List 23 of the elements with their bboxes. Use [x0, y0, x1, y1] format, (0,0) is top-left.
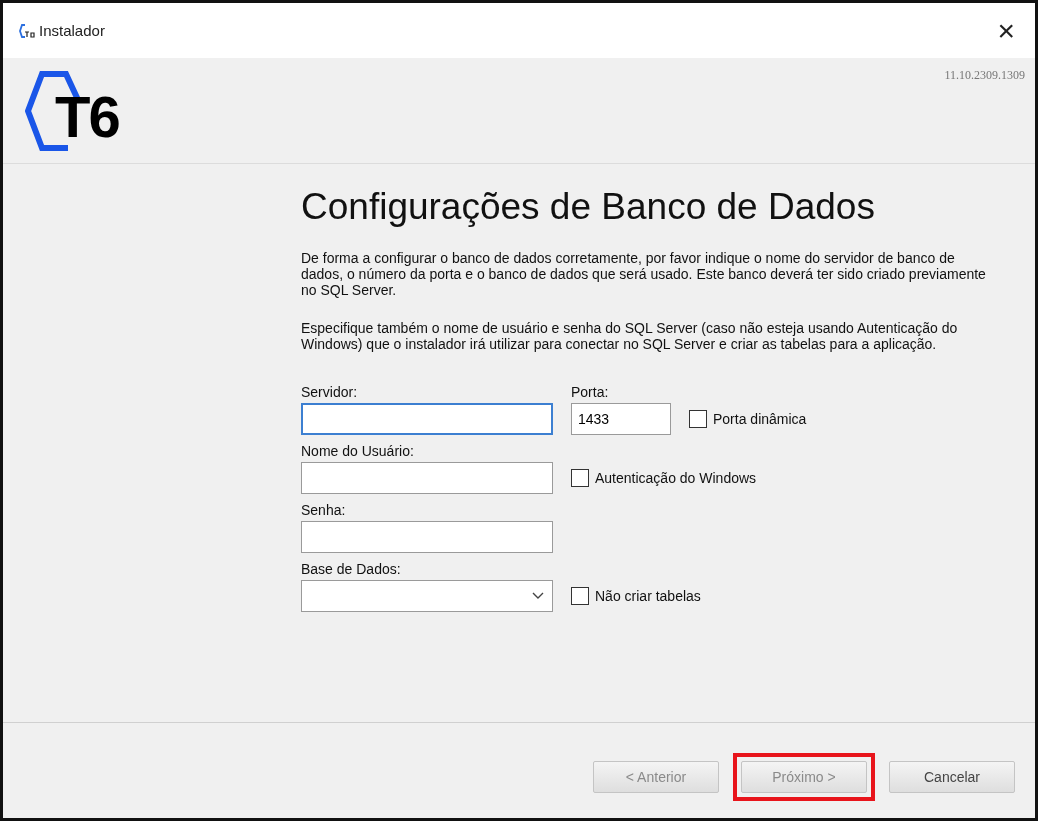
page-heading: Configurações de Banco de Dados — [301, 186, 876, 228]
field-label: Servidor: — [301, 384, 359, 400]
field-label: Porta: — [571, 384, 610, 400]
close-button[interactable]: × — [991, 13, 1021, 48]
window-title: Instalador — [39, 22, 106, 39]
input-field[interactable] — [301, 403, 553, 435]
wizard-button[interactable]: Cancelar — [889, 760, 1015, 793]
checkbox[interactable]: Não criar tabelas — [571, 580, 701, 612]
description-text: Especifique também o nome de usuário e senha do SQL Server (caso não esteja usando Autenticação do Windows) que o instalador irá utilizar para conectar no SQL Server e criar as tabelas para a aplicação. — [301, 320, 959, 352]
description-text: De forma a configurar o banco de dados corretamente, por favor indique o nome do servidor de banco de dados, o número da porta e o banco de dados que será usado. Este banco deverá ter sido criado previamente no SQL Server. — [301, 250, 987, 298]
field-label: Nome do Usuário: — [301, 443, 415, 459]
logo-text: T6 — [55, 88, 119, 146]
chevron-down-icon — [532, 592, 544, 600]
version-label: 11.10.2309.1309 — [944, 67, 1025, 84]
field-label: Base de Dados: — [301, 561, 402, 577]
dropdown-field[interactable] — [301, 580, 553, 612]
app-icon — [19, 23, 35, 38]
input-field[interactable] — [301, 462, 553, 494]
input-field[interactable]: 1433 — [571, 403, 671, 435]
field-label: Senha: — [301, 502, 347, 518]
checkbox[interactable]: Autenticação do Windows — [571, 462, 757, 494]
checkbox[interactable]: Porta dinâmica — [689, 403, 807, 435]
input-field[interactable] — [301, 521, 553, 553]
